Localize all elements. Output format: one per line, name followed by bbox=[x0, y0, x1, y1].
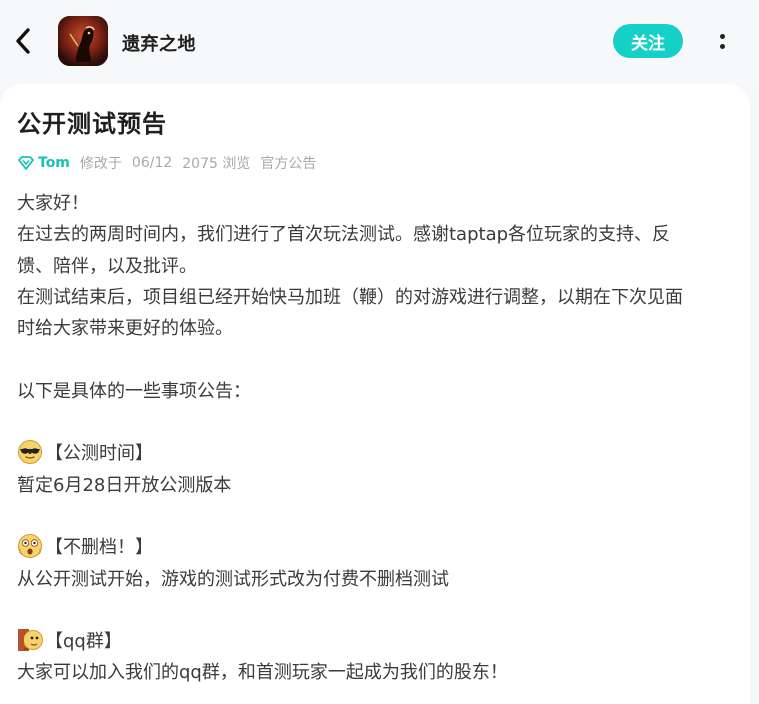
content-line: 大家好！ bbox=[17, 193, 89, 214]
post-category: 官方公告 bbox=[260, 156, 317, 172]
follow-button[interactable]: 关注 bbox=[613, 24, 683, 58]
verified-diamond-icon bbox=[18, 156, 34, 170]
back-arrow-icon[interactable] bbox=[10, 24, 36, 58]
section-title: 【qq群】 bbox=[45, 631, 122, 653]
section-heading: 【qq群】 bbox=[17, 626, 722, 657]
sunglasses-emoji-icon bbox=[17, 439, 43, 465]
section-heading: 【不删档！】 bbox=[17, 532, 722, 563]
content-line: 时给大家带来更好的体验。 bbox=[17, 318, 233, 340]
post-card: 公开测试预告 Tom 修改于 06/12 2075 浏览 官方公告 大家好！ 在… bbox=[0, 84, 750, 704]
section-body: 从公开测试开始，游戏的测试形式改为付费不删档测试 bbox=[17, 568, 449, 590]
section-body: 暂定6月28日开放公测版本 bbox=[17, 474, 232, 496]
post-date: 06/12 bbox=[131, 155, 173, 171]
more-vertical-icon[interactable] bbox=[710, 26, 734, 56]
content-line: 馈、陪伴，以及批评。 bbox=[17, 255, 197, 277]
content-line: 以下是具体的一些事项公告： bbox=[17, 380, 251, 402]
app-icon[interactable] bbox=[58, 16, 108, 66]
author-name[interactable]: Tom bbox=[38, 155, 70, 171]
content-line: 在过去的两周时间内，我们进行了首次玩法测试。感谢taptap各位玩家的支持、反 bbox=[17, 224, 671, 246]
top-bar: 遗弃之地 关注 bbox=[0, 0, 759, 84]
post-meta: Tom 修改于 06/12 2075 浏览 官方公告 bbox=[18, 153, 326, 173]
section-body: 大家可以加入我们的qq群，和首测玩家一起成为我们的股东！ bbox=[17, 662, 508, 684]
section-title: 【公测时间】 bbox=[45, 443, 153, 465]
app-name[interactable]: 遗弃之地 bbox=[122, 30, 196, 56]
peeking-wall-emoji-icon bbox=[17, 627, 43, 653]
section-heading: 【公测时间】 bbox=[17, 438, 722, 469]
shocked-emoji-icon bbox=[17, 533, 43, 559]
view-count: 2075 浏览 bbox=[182, 156, 251, 172]
post-title: 公开测试预告 bbox=[17, 110, 167, 138]
content-line: 在测试结束后，项目组已经开始快马加班（鞭）的对游戏进行调整，以期在下次见面 bbox=[17, 286, 683, 308]
section-title: 【不删档！】 bbox=[45, 537, 153, 559]
modified-label: 修改于 bbox=[79, 156, 122, 172]
post-content: 大家好！ 在过去的两周时间内，我们进行了首次玩法测试。感谢taptap各位玩家的… bbox=[17, 188, 722, 689]
